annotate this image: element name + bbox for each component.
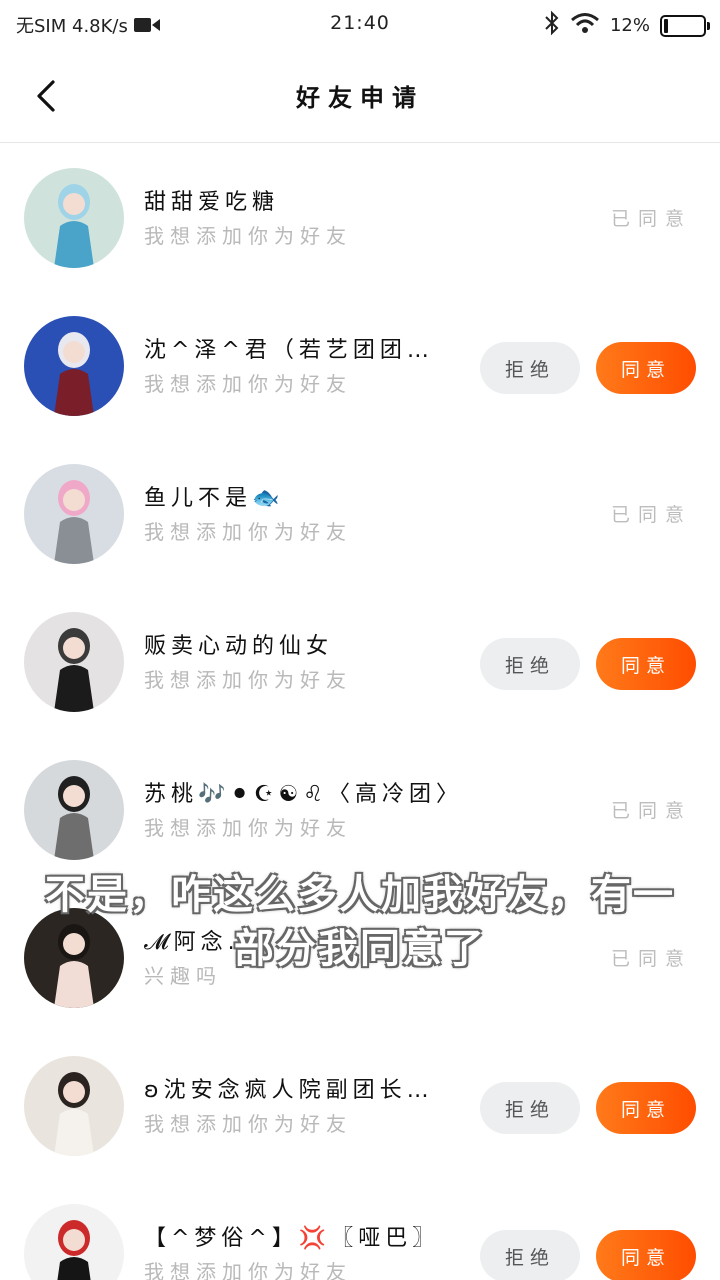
accept-button[interactable]: 同意 [596,638,696,690]
request-row[interactable]: 𝓜阿念... 兴趣吗 已同意 [0,884,720,1032]
accept-button[interactable]: 同意 [596,1230,696,1280]
friend-request-list: 甜甜爱吃糖 我想添加你为好友 已同意 沈^泽^君（若艺团团… 我想添加你为好友 … [0,144,720,1280]
wifi-icon [570,12,600,39]
agreed-status: 已同意 [610,948,692,970]
accept-button[interactable]: 同意 [596,1082,696,1134]
reject-button[interactable]: 拒绝 [480,1230,580,1280]
avatar[interactable] [24,316,124,416]
avatar[interactable] [24,168,124,268]
friend-name: 贩卖心动的仙女 [144,634,334,659]
reject-button[interactable]: 拒绝 [480,638,580,690]
status-bar: 无SIM 4.8K/s 21:40 12% [0,0,720,48]
request-row[interactable]: ʚ沈安念疯人院副团长… 我想添加你为好友 拒绝 同意 [0,1032,720,1180]
avatar[interactable] [24,1204,124,1280]
status-right: 12% [544,10,710,41]
request-row[interactable]: 苏桃🎶⚫☪☯♌〈高冷团〉 我想添加你为好友 已同意 [0,736,720,884]
friend-message: 我想添加你为好友 [144,1112,352,1136]
agreed-status: 已同意 [610,504,692,526]
friend-message: 我想添加你为好友 [144,668,352,692]
friend-name: 苏桃🎶⚫☪☯♌〈高冷团〉 [144,782,463,807]
friend-message: 我想添加你为好友 [144,224,352,248]
battery-fill [664,18,668,33]
agreed-status: 已同意 [610,800,692,822]
friend-message: 我想添加你为好友 [144,1260,352,1280]
friend-name: 沈^泽^君（若艺团团… [144,338,434,363]
avatar[interactable] [24,464,124,564]
friend-name: 鱼儿不是🐟 [144,486,285,511]
nav-bar: 好友申请 [0,48,720,143]
page-title: 好友申请 [296,84,424,112]
request-row[interactable]: 贩卖心动的仙女 我想添加你为好友 拒绝 同意 [0,588,720,736]
avatar[interactable] [24,760,124,860]
battery-icon [660,14,710,37]
friend-message: 我想添加你为好友 [144,816,352,840]
avatar[interactable] [24,908,124,1008]
avatar[interactable] [24,1056,124,1156]
request-row[interactable]: 甜甜爱吃糖 我想添加你为好友 已同意 [0,144,720,292]
accept-button[interactable]: 同意 [596,342,696,394]
avatar[interactable] [24,612,124,712]
friend-name: 𝓜阿念... [144,930,264,955]
friend-message: 兴趣吗 [144,964,222,988]
request-row[interactable]: 沈^泽^君（若艺团团… 我想添加你为好友 拒绝 同意 [0,292,720,440]
friend-message: 我想添加你为好友 [144,372,352,396]
friend-name: 甜甜爱吃糖 [144,190,280,215]
reject-button[interactable]: 拒绝 [480,342,580,394]
request-row[interactable]: 【^梦俗^】💢〖哑巴〗 我想添加你为好友 拒绝 同意 [0,1180,720,1280]
bluetooth-icon [544,10,560,41]
request-row[interactable]: 鱼儿不是🐟 我想添加你为好友 已同意 [0,440,720,588]
agreed-status: 已同意 [610,208,692,230]
friend-name: ʚ沈安念疯人院副团长… [144,1078,434,1103]
reject-button[interactable]: 拒绝 [480,1082,580,1134]
friend-name: 【^梦俗^】💢〖哑巴〗 [144,1226,440,1251]
battery-percent: 12% [609,15,650,36]
friend-message: 我想添加你为好友 [144,520,352,544]
